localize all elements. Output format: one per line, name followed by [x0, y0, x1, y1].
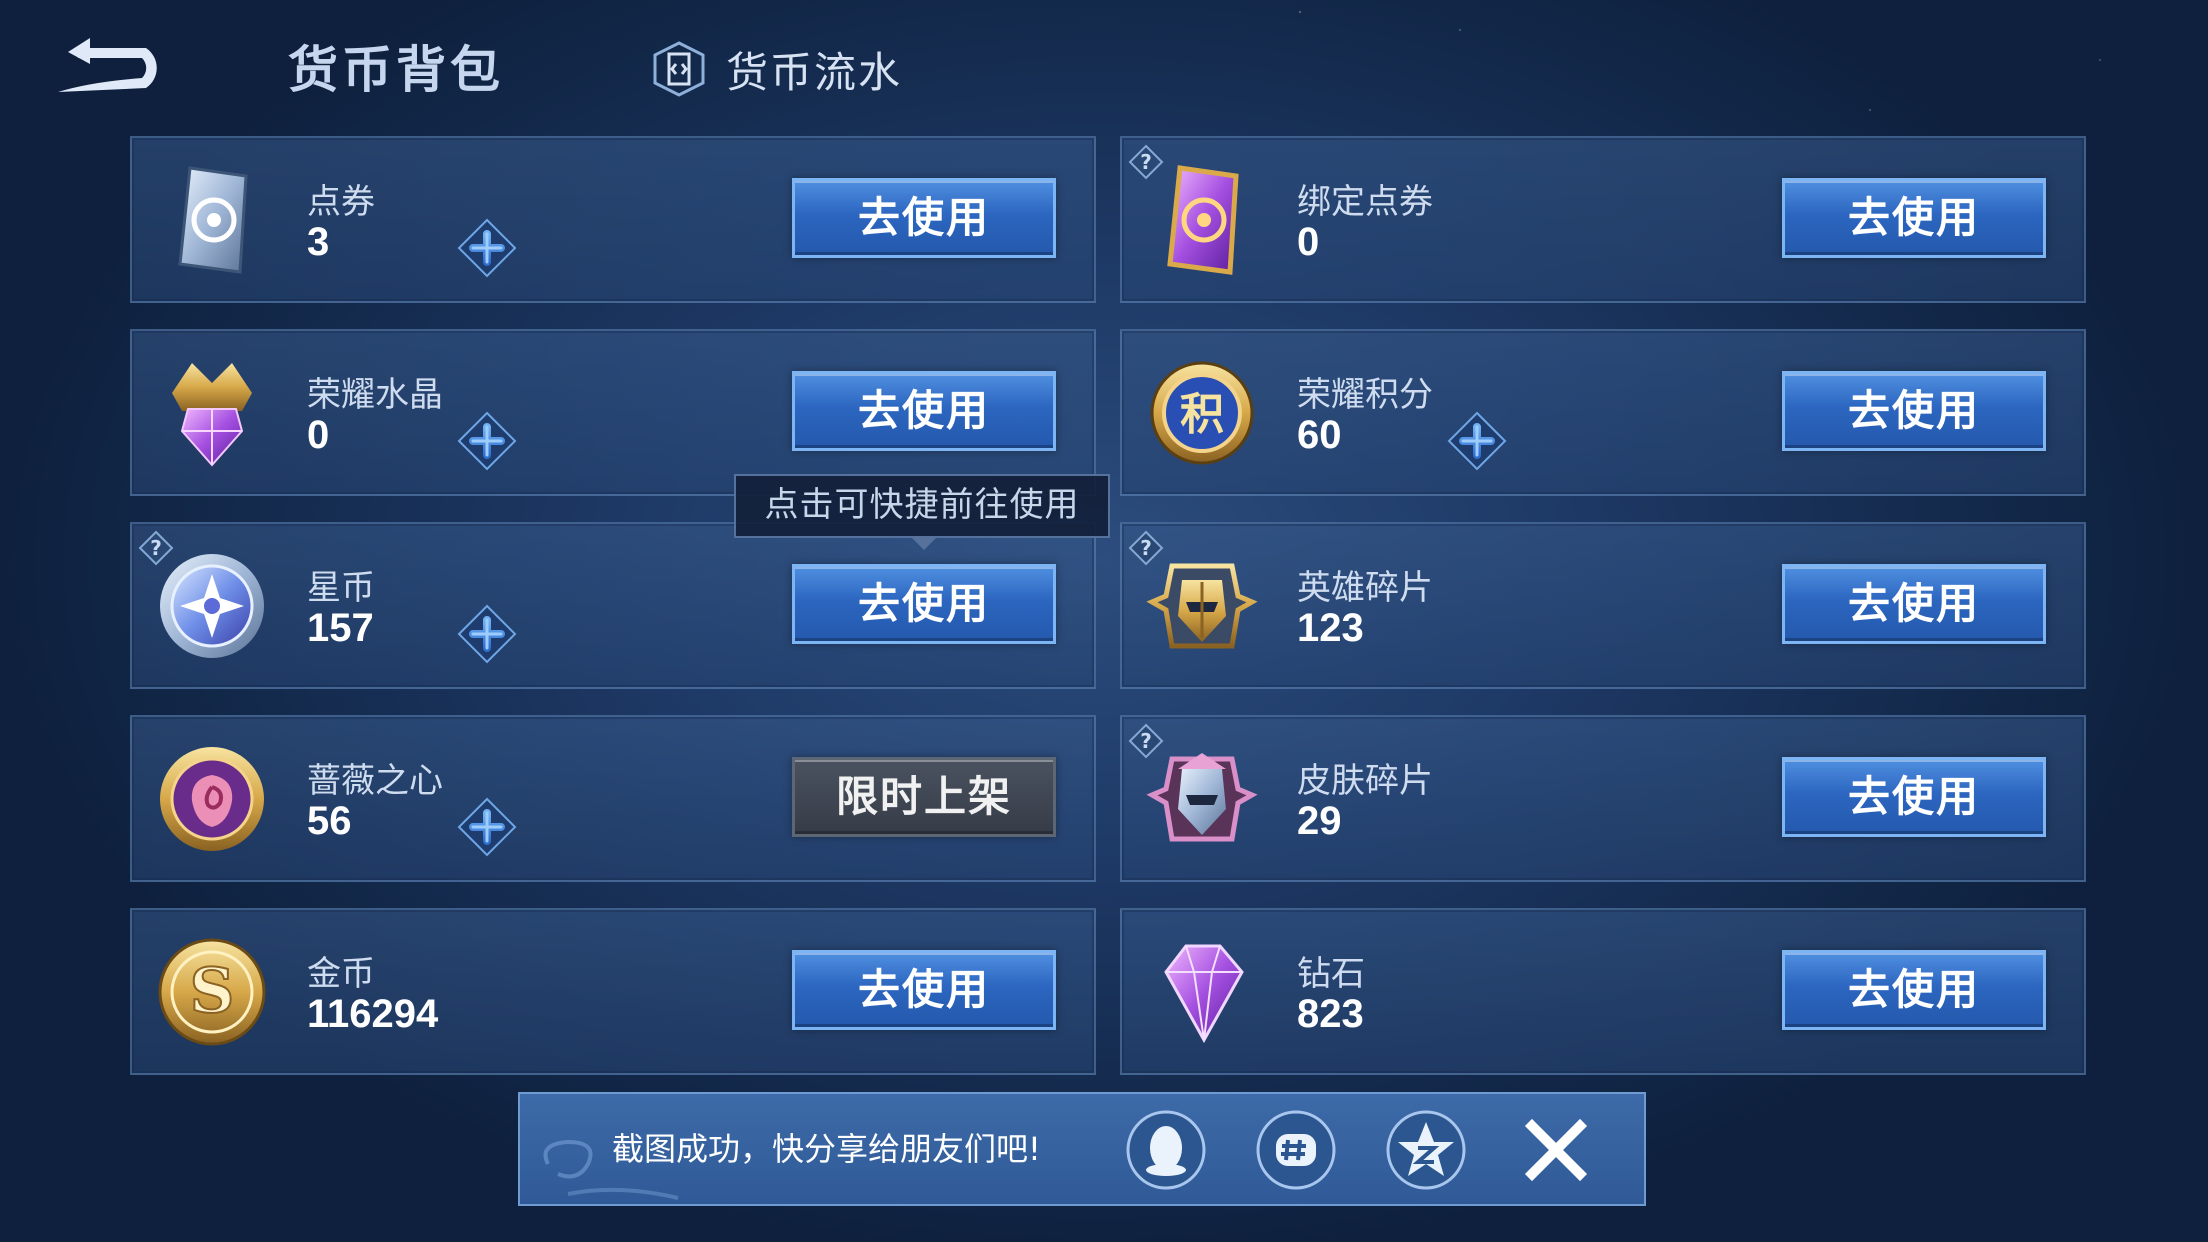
glory-crystal-icon — [172, 363, 252, 467]
use-button[interactable]: 去使用 — [792, 564, 1056, 644]
currency-name: 绑定点券 — [1297, 182, 1433, 222]
currency-card: ? 绑定点券 0 去使用 — [1120, 136, 2086, 303]
close-share-button[interactable] — [1514, 1108, 1598, 1192]
gold-coin-icon: S — [158, 938, 266, 1046]
currency-name: 金币 — [307, 954, 375, 994]
quick-use-tooltip: 点击可快捷前往使用 — [734, 474, 1110, 538]
currency-count: 60 — [1297, 413, 1342, 457]
hero-fragment-icon — [1146, 563, 1258, 649]
currency-card: 积 荣耀积分 60 去使用 — [1120, 329, 2086, 496]
use-button[interactable]: 去使用 — [1782, 371, 2046, 451]
currency-flow-tab[interactable]: 货币流水 — [650, 34, 902, 104]
currency-name: 皮肤碎片 — [1297, 761, 1433, 801]
currency-count: 823 — [1297, 992, 1364, 1036]
currency-card: 荣耀水晶 0 去使用 — [130, 329, 1096, 496]
add-plus-icon[interactable] — [457, 218, 517, 278]
skin-fragment-icon — [1146, 753, 1258, 842]
share-qzone-button[interactable] — [1384, 1108, 1468, 1192]
currency-card: ? 皮肤碎片 29 去使用 — [1120, 715, 2086, 882]
currency-card: 点券 3 去使用 — [130, 136, 1096, 303]
currency-card: S 金币 116294 去使用 — [130, 908, 1096, 1075]
svg-text:积: 积 — [1180, 389, 1224, 440]
share-message: 截图成功，快分享给朋友们吧! — [612, 1130, 1041, 1168]
currency-count: 3 — [307, 220, 330, 264]
tooltip-tail — [910, 536, 938, 550]
use-button[interactable]: 去使用 — [1782, 757, 2046, 837]
currency-card: 蔷薇之心 56 限时上架 — [130, 715, 1096, 882]
currency-card: 钻石 823 去使用 — [1120, 908, 2086, 1075]
currency-name: 星币 — [307, 568, 375, 608]
currency-name: 荣耀水晶 — [307, 375, 443, 415]
star-coin-icon — [160, 554, 264, 658]
back-button[interactable] — [50, 30, 175, 100]
currency-name: 点券 — [307, 182, 375, 222]
currency-count: 123 — [1297, 606, 1364, 650]
close-icon — [1524, 1118, 1588, 1182]
use-button[interactable]: 去使用 — [1782, 564, 2046, 644]
back-arrow-icon — [58, 38, 157, 92]
currency-count: 56 — [307, 799, 352, 843]
currency-flow-label: 货币流水 — [726, 47, 903, 97]
use-button[interactable]: 去使用 — [792, 371, 1056, 451]
currency-count: 116294 — [307, 992, 439, 1036]
currency-name: 钻石 — [1297, 954, 1365, 994]
currency-count: 0 — [307, 413, 330, 457]
currency-count: 0 — [1297, 220, 1320, 264]
page-title: 货币背包 — [288, 41, 504, 99]
currency-card: ? 英雄碎片 123 去使用 — [1120, 522, 2086, 689]
currency-name: 蔷薇之心 — [307, 761, 443, 801]
glory-points-icon: 积 — [1150, 361, 1254, 465]
currency-count: 29 — [1297, 799, 1342, 843]
currency-card: ? 星币 157 去使用 — [130, 522, 1096, 689]
screenshot-share-bar: 截图成功，快分享给朋友们吧! — [518, 1092, 1646, 1206]
ledger-icon — [653, 41, 705, 97]
svg-text:S: S — [190, 954, 235, 1027]
rose-heart-icon — [160, 747, 264, 851]
limited-release-button[interactable]: 限时上架 — [792, 757, 1056, 837]
coupon-icon — [178, 166, 248, 274]
add-plus-icon[interactable] — [1447, 411, 1507, 471]
currency-name: 荣耀积分 — [1297, 375, 1433, 415]
wechat-moments-icon — [1256, 1110, 1336, 1190]
currency-count: 157 — [307, 606, 374, 650]
currency-name: 英雄碎片 — [1297, 568, 1433, 608]
add-plus-icon[interactable] — [457, 604, 517, 664]
add-plus-icon[interactable] — [457, 411, 517, 471]
use-button[interactable]: 去使用 — [792, 950, 1056, 1030]
share-qq-button[interactable] — [1124, 1108, 1208, 1192]
bound-coupon-icon — [1167, 165, 1239, 275]
add-plus-icon[interactable] — [457, 797, 517, 857]
qq-icon — [1126, 1110, 1206, 1190]
use-button[interactable]: 去使用 — [792, 178, 1056, 258]
share-wechat-button[interactable] — [1254, 1108, 1338, 1192]
use-button[interactable]: 去使用 — [1782, 950, 2046, 1030]
use-button[interactable]: 去使用 — [1782, 178, 2046, 258]
diamond-icon — [1164, 944, 1244, 1044]
qzone-icon — [1386, 1110, 1466, 1190]
